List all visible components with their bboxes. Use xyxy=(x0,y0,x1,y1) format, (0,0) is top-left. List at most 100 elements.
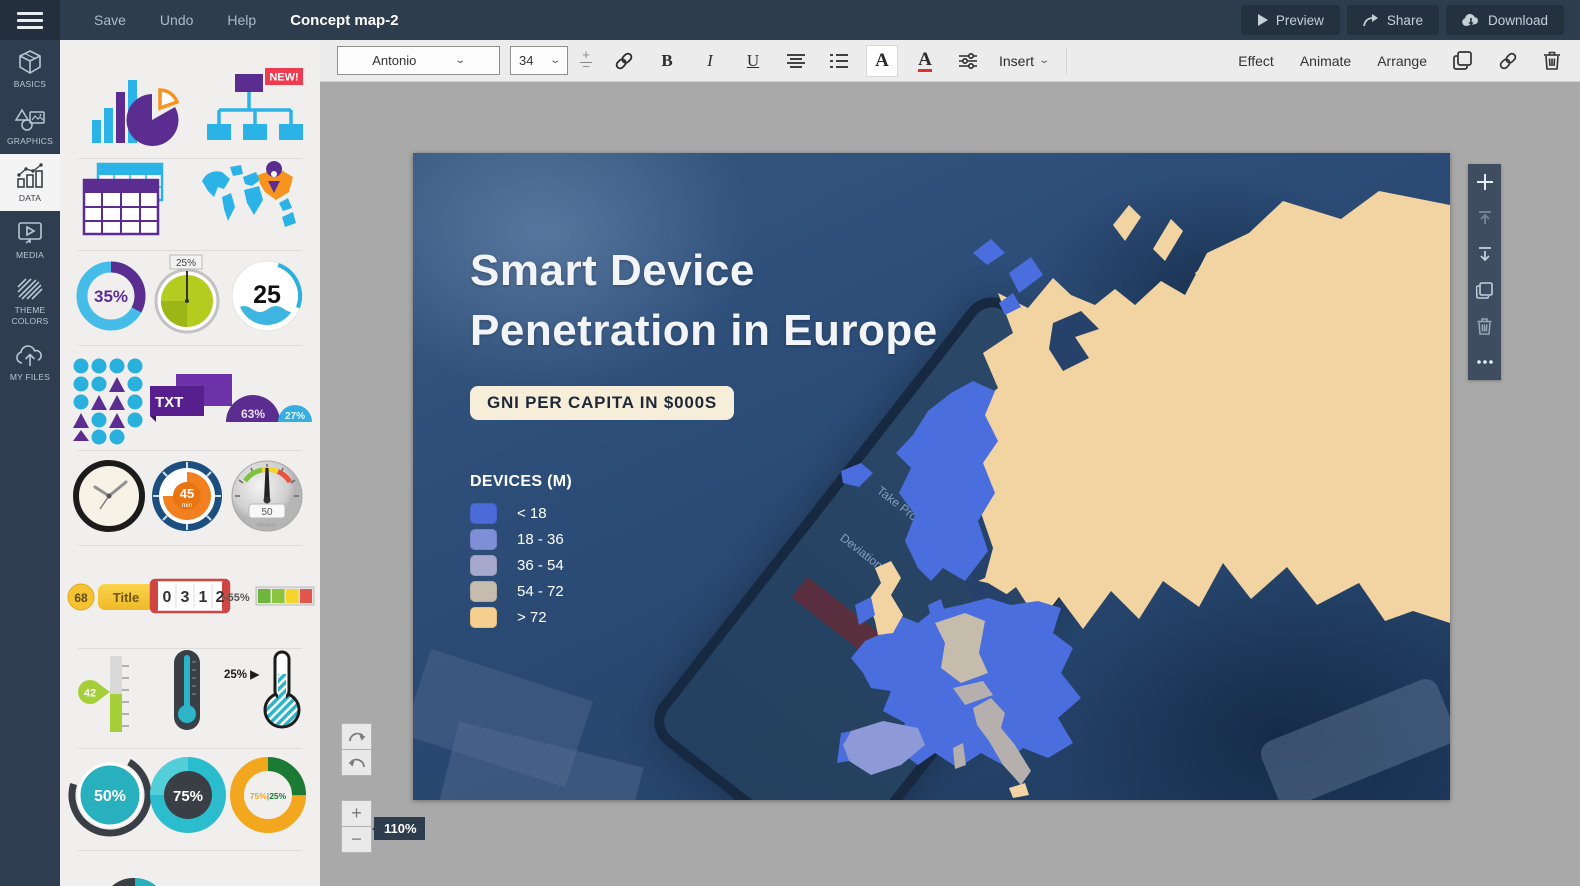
redo-rotate-button[interactable] xyxy=(341,723,372,750)
widget-clock[interactable] xyxy=(70,457,148,535)
shapes-icon xyxy=(14,106,46,132)
map-russia[interactable] xyxy=(968,191,1450,629)
delete-button[interactable] xyxy=(1468,308,1501,344)
cloud-download-icon xyxy=(1462,14,1480,27)
document-title[interactable]: Concept map-2 xyxy=(290,12,398,29)
sidebar-item-my-files[interactable]: MY FILES xyxy=(0,335,60,390)
arrange-button[interactable]: Arrange xyxy=(1377,53,1427,69)
widget-bar-pie-chart[interactable] xyxy=(90,70,180,145)
widget-ring-50[interactable]: 50% xyxy=(68,753,152,837)
slide-canvas[interactable]: FOREX Stop Loss Take Profit Deviation 1.… xyxy=(413,153,1450,800)
widget-text-box[interactable]: TXT xyxy=(146,370,234,426)
hamburger-menu-icon[interactable] xyxy=(0,0,60,40)
widget-thermometer-25pct[interactable]: 25% ▶ xyxy=(224,648,308,732)
widget-org-chart[interactable]: NEW! xyxy=(205,68,305,146)
share-button[interactable]: Share xyxy=(1347,5,1439,35)
data-widgets-panel: NEW! xyxy=(60,40,320,886)
underline-button[interactable]: U xyxy=(738,46,768,76)
widget-timer-45[interactable]: 45 min xyxy=(148,456,226,536)
more-options-button[interactable] xyxy=(1468,344,1501,380)
link-icon[interactable] xyxy=(609,46,639,76)
duplicate-icon[interactable] xyxy=(1453,51,1472,70)
insert-menu[interactable]: Insert⌄ xyxy=(999,53,1048,69)
sidebar-item-graphics[interactable]: GRAPHICS xyxy=(0,97,60,154)
duplicate-button[interactable] xyxy=(1468,272,1501,308)
sidebar-item-data[interactable]: DATA xyxy=(0,154,60,211)
widget-counter-circle-25[interactable]: 25 xyxy=(228,257,306,335)
svg-text:75%: 75% xyxy=(173,788,203,805)
legend-item: 36 - 54 xyxy=(470,552,572,578)
widget-ring-75-25[interactable]: 75%|25% xyxy=(226,753,310,837)
widget-segment-meter[interactable]: -55% xyxy=(224,581,316,611)
map-iceland[interactable] xyxy=(841,463,873,487)
map-sicily[interactable] xyxy=(1009,783,1029,798)
play-icon xyxy=(1257,14,1268,26)
text-color-button[interactable]: A xyxy=(867,46,897,76)
menu-help[interactable]: Help xyxy=(227,12,256,28)
undo-rotate-button[interactable] xyxy=(341,749,372,776)
align-button[interactable] xyxy=(781,46,811,76)
svg-text:25%: 25% xyxy=(176,258,196,269)
widget-donut-35[interactable]: 35% xyxy=(72,257,150,335)
workspace: FOREX Stop Loss Take Profit Deviation 1.… xyxy=(320,82,1580,886)
legend-swatch xyxy=(470,529,497,550)
sidebar-item-theme-colors[interactable]: THEME COLORS xyxy=(0,268,60,335)
chevron-down-icon: ⌄ xyxy=(455,55,467,66)
map-spain[interactable] xyxy=(843,721,925,775)
map-scandinavia[interactable] xyxy=(896,381,998,581)
bullet-list-button[interactable] xyxy=(824,46,854,76)
svg-text:0: 0 xyxy=(163,589,172,606)
map-arctic-islands[interactable] xyxy=(1113,205,1211,283)
svg-text:-55%: -55% xyxy=(224,592,250,604)
widget-world-map[interactable] xyxy=(200,165,296,235)
map-uk[interactable] xyxy=(868,561,903,635)
widget-gauge-green[interactable]: 25% xyxy=(148,255,226,335)
font-size-stepper[interactable]: +− xyxy=(576,50,596,71)
zoom-in-button[interactable]: + xyxy=(341,800,372,827)
highlight-color-button[interactable]: A xyxy=(910,46,940,76)
effect-button[interactable]: Effect xyxy=(1238,53,1274,69)
legend-swatch xyxy=(470,607,497,628)
widget-pictograph[interactable] xyxy=(68,355,154,441)
font-size-select[interactable]: 34⌄ xyxy=(510,46,568,75)
format-toolbar: Antonio⌄ 34⌄ +− B I U A A Insert⌄ Effect… xyxy=(320,40,1580,82)
svg-text:25: 25 xyxy=(253,281,281,309)
svg-text:3: 3 xyxy=(181,589,190,606)
animate-button[interactable]: Animate xyxy=(1300,53,1351,69)
download-button[interactable]: Download xyxy=(1446,5,1564,35)
cube-icon xyxy=(17,49,43,75)
font-family-select[interactable]: Antonio⌄ xyxy=(337,46,500,75)
slide-subtitle-badge[interactable]: GNI PER CAPITA IN $000S xyxy=(470,386,734,420)
menu-save[interactable]: Save xyxy=(94,12,126,28)
widget-digit-counter[interactable]: 0 3 1 2 xyxy=(150,576,230,616)
widget-tables[interactable] xyxy=(82,162,170,236)
widget-number-title-badge[interactable]: 68 Title xyxy=(66,577,158,617)
sidebar-item-media[interactable]: MEDIA xyxy=(0,211,60,268)
slide-title[interactable]: Smart Device Penetration in Europe xyxy=(470,241,938,361)
bold-button[interactable]: B xyxy=(652,46,682,76)
svg-text:50%: 50% xyxy=(94,788,126,805)
widget-ring-75[interactable]: 75% xyxy=(146,753,230,837)
text-settings-icon[interactable] xyxy=(953,46,983,76)
italic-button[interactable]: I xyxy=(695,46,725,76)
legend-item: > 72 xyxy=(470,604,572,630)
svg-text:Meters: Meters xyxy=(257,522,278,529)
svg-text:Title: Title xyxy=(113,590,140,605)
preview-button[interactable]: Preview xyxy=(1241,5,1340,35)
legend-title: DEVICES (M) xyxy=(470,473,572,491)
widget-partial[interactable] xyxy=(100,872,170,886)
menu-undo[interactable]: Undo xyxy=(160,12,193,28)
link-icon[interactable] xyxy=(1498,51,1518,71)
widget-speedometer[interactable]: 50 Meters xyxy=(228,456,306,536)
widget-thermometer-dark[interactable] xyxy=(172,648,202,732)
trash-icon[interactable] xyxy=(1544,51,1560,70)
widget-thermometer-42[interactable]: 42 xyxy=(74,652,144,736)
widget-semicircle-gauges[interactable]: 63% 27% xyxy=(222,375,312,425)
sidebar-item-basics[interactable]: BASICS xyxy=(0,40,60,97)
add-slide-button[interactable] xyxy=(1468,164,1501,200)
data-chart-icon xyxy=(16,163,44,189)
move-up-button[interactable] xyxy=(1468,200,1501,236)
move-down-button[interactable] xyxy=(1468,236,1501,272)
svg-text:25% ▶: 25% ▶ xyxy=(224,669,260,681)
map-legend[interactable]: DEVICES (M) < 18 18 - 36 36 - 54 54 - 72… xyxy=(470,473,572,630)
